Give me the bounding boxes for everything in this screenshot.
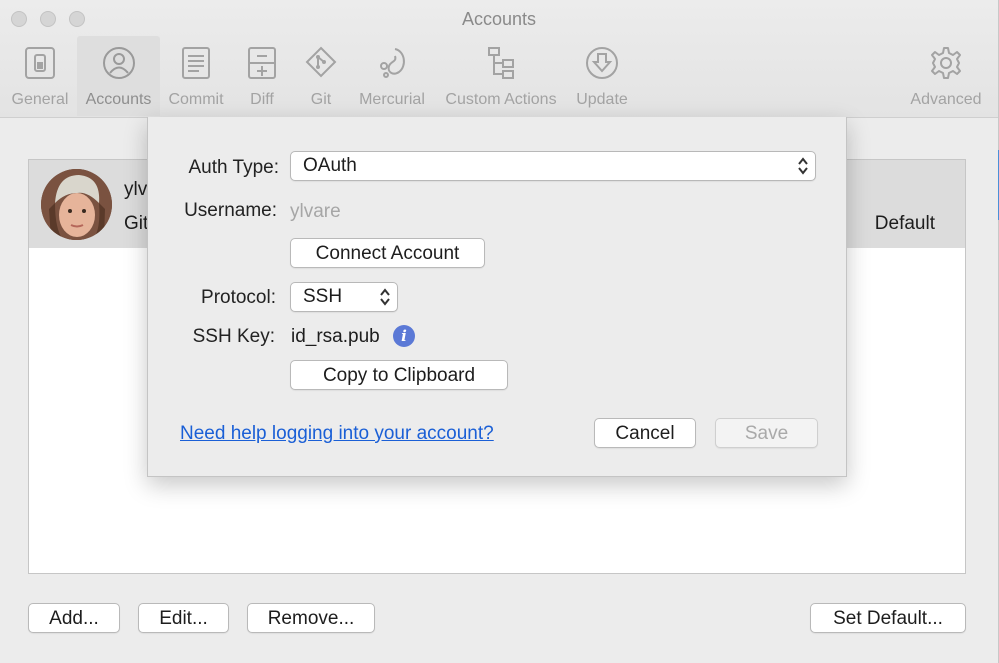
window-title: Accounts (461, 9, 537, 29)
toolbar-custom-actions[interactable]: Custom Actions (438, 36, 564, 116)
protocol-label: Protocol: (201, 287, 276, 308)
account-default-status: Default (874, 213, 935, 234)
custom-actions-icon (488, 47, 514, 79)
auth-type-label: Auth Type: (188, 157, 280, 178)
avatar (41, 169, 112, 240)
toolbar-commit[interactable]: Commit (163, 36, 229, 116)
toolbar-diff-label: Diff (250, 91, 274, 108)
username-label: Username: (184, 200, 277, 221)
title-bar: Accounts General Accounts Commit Diff Gi… (0, 0, 998, 118)
help-login-link[interactable]: Need help logging into your account? (180, 423, 494, 445)
info-icon[interactable]: i (393, 325, 415, 347)
toolbar-mercurial-label: Mercurial (359, 91, 425, 108)
edit-account-button[interactable]: Edit... (138, 603, 229, 633)
auth-type-value: OAuth (303, 155, 357, 176)
set-default-button[interactable]: Set Default... (810, 603, 966, 633)
connect-account-button[interactable]: Connect Account (290, 238, 485, 268)
toolbar-update[interactable]: Update (570, 36, 634, 116)
switch-icon (25, 47, 55, 79)
auth-type-select[interactable]: OAuth (290, 151, 816, 181)
toolbar-general-label: General (11, 91, 69, 108)
protocol-value: SSH (303, 286, 343, 307)
cancel-button[interactable]: Cancel (594, 418, 696, 448)
toolbar-diff[interactable]: Diff (235, 36, 289, 116)
up-down-chevron-icon (798, 157, 808, 175)
toolbar-git-label: Git (310, 91, 332, 108)
toolbar-general[interactable]: General (6, 36, 74, 116)
toolbar-custom-actions-label: Custom Actions (445, 91, 557, 108)
remove-account-button[interactable]: Remove... (247, 603, 375, 633)
toolbar-git[interactable]: Git (295, 36, 347, 116)
add-account-button[interactable]: Add... (28, 603, 120, 633)
protocol-select[interactable]: SSH (290, 282, 398, 312)
toolbar-accounts-label: Accounts (85, 91, 152, 108)
copy-to-clipboard-button[interactable]: Copy to Clipboard (290, 360, 508, 390)
save-button[interactable]: Save (715, 418, 818, 448)
document-icon (182, 47, 210, 79)
download-icon (586, 47, 618, 79)
toolbar-commit-label: Commit (168, 91, 224, 108)
ssh-key-label: SSH Key: (192, 326, 275, 347)
toolbar-update-label: Update (576, 91, 628, 108)
gear-icon (931, 47, 961, 79)
username-input[interactable]: ylvare (290, 201, 341, 223)
toolbar-advanced[interactable]: Advanced (904, 36, 988, 116)
toolbar-mercurial[interactable]: Mercurial (354, 36, 430, 116)
ssh-key-value: id_rsa.pub (291, 326, 380, 347)
mercurial-icon (380, 48, 405, 78)
diff-icon (248, 47, 276, 79)
toolbar-accounts[interactable]: Accounts (77, 36, 160, 116)
preferences-window: Accounts General Accounts Commit Diff Gi… (0, 0, 999, 663)
up-down-chevron-icon (380, 288, 390, 306)
user-icon (102, 47, 135, 79)
account-host: Git (124, 213, 149, 234)
git-icon (305, 46, 337, 78)
account-edit-sheet: Auth Type: OAuth Username: ylvare Connec… (147, 117, 847, 477)
toolbar-advanced-label: Advanced (910, 91, 982, 108)
account-name: ylv (124, 179, 148, 200)
